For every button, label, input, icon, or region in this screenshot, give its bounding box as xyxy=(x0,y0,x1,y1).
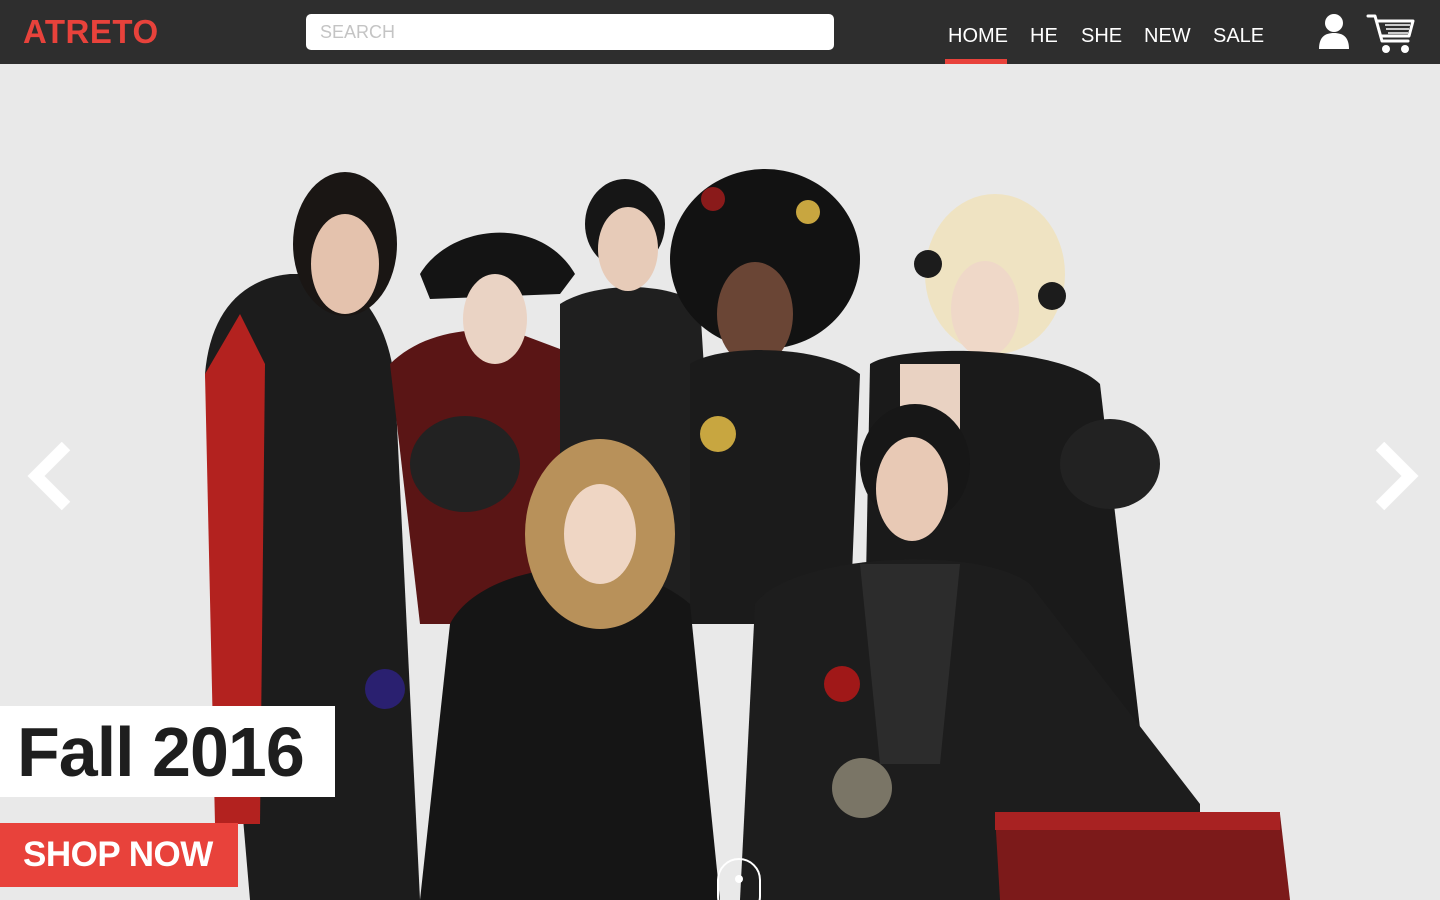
nav-item-she[interactable]: SHE xyxy=(1081,25,1122,48)
nav-item-home[interactable]: HOME xyxy=(948,25,1008,48)
user-icon[interactable] xyxy=(1316,13,1352,51)
nav-item-new[interactable]: NEW xyxy=(1144,25,1191,48)
carousel-prev-button[interactable] xyxy=(22,441,82,514)
scroll-down-indicator[interactable] xyxy=(717,858,761,900)
chevron-right-icon xyxy=(1375,441,1419,511)
nav-item-he[interactable]: HE xyxy=(1030,25,1058,48)
top-navigation-bar: ATRETO HOME HE SHE NEW SALE xyxy=(0,0,1440,64)
hero-banner: Fall 2016 SHOP NOW xyxy=(0,64,1440,900)
hero-caption-box: Fall 2016 xyxy=(0,706,335,797)
nav-item-sale[interactable]: SALE xyxy=(1213,25,1264,48)
shopping-cart-icon[interactable] xyxy=(1366,10,1416,56)
shop-now-button[interactable]: SHOP NOW xyxy=(0,823,238,887)
scroll-indicator-dot xyxy=(735,875,743,883)
search-input[interactable] xyxy=(306,14,834,50)
hero-caption: Fall 2016 xyxy=(17,713,305,791)
chevron-left-icon xyxy=(27,441,71,511)
carousel-next-button[interactable] xyxy=(1364,441,1424,514)
brand-logo[interactable]: ATRETO xyxy=(23,13,159,51)
